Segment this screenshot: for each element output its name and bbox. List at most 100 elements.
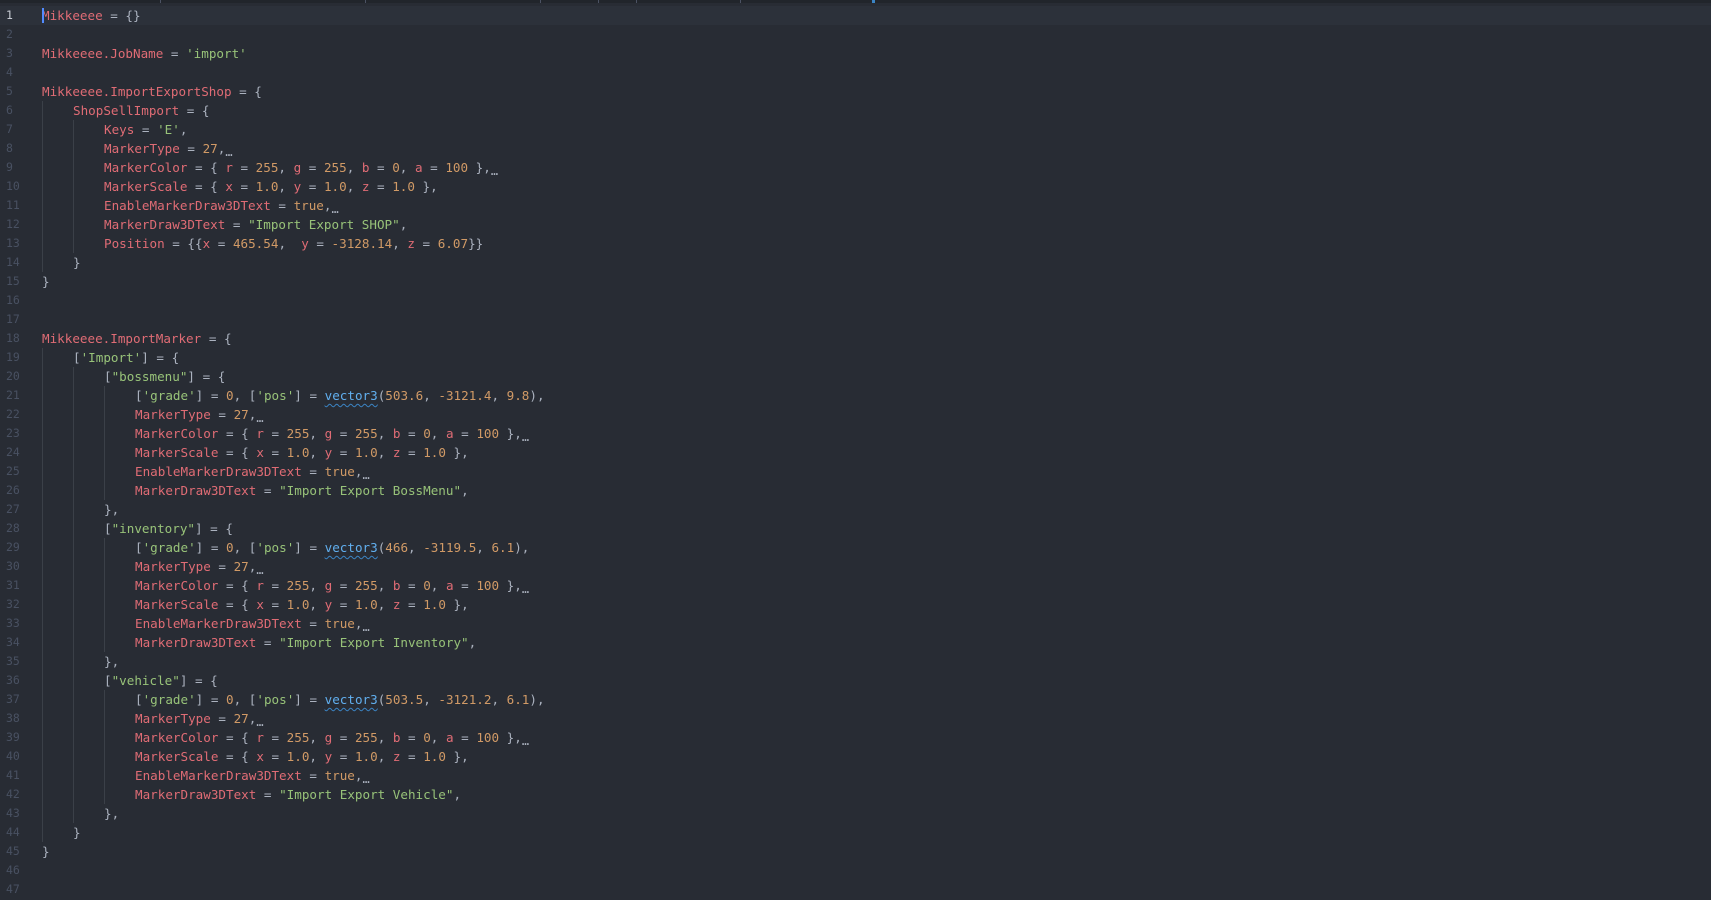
code-line[interactable]: 25 EnableMarkerDraw3DText = true,… — [0, 462, 1711, 482]
code-line[interactable]: 33 EnableMarkerDraw3DText = true,… — [0, 614, 1711, 634]
fold-marker[interactable]: … — [363, 772, 370, 786]
code-token: 1.0 — [354, 597, 378, 612]
code-line[interactable]: 26 MarkerDraw3DText = "Import Export Boss… — [0, 481, 1711, 500]
code-line[interactable]: 35}, — [0, 652, 1711, 671]
code-line[interactable]: 21 ['grade'] = 0, ['pos'] = vector3(503.6… — [0, 386, 1711, 405]
code-token: = — [332, 597, 355, 612]
code-line[interactable]: 31 MarkerColor = { r = 255, g = 255, b = … — [0, 576, 1711, 596]
indent-guide — [73, 614, 74, 633]
indent-guide — [42, 101, 43, 120]
line-number: 37 — [6, 692, 20, 706]
code-token: MarkerType — [135, 407, 211, 422]
code-token: ] = — [294, 388, 325, 403]
code-token: 0 — [423, 426, 431, 441]
code-line[interactable]: 4 — [0, 63, 1711, 82]
code-line[interactable]: 36 ["vehicle"] = { — [0, 671, 1711, 690]
fold-marker[interactable]: … — [225, 145, 232, 159]
code-line[interactable]: 19 ['Import'] = { — [0, 348, 1711, 367]
code-token: } — [73, 255, 81, 270]
line-content: EnableMarkerDraw3DText = true,… — [135, 766, 370, 786]
code-token: -3128.14 — [331, 236, 393, 251]
code-token: = { — [231, 84, 262, 99]
line-number: 6 — [6, 103, 13, 117]
code-area[interactable]: 1 Mikkeeee = {} 2 3 Mikkeeee.JobName = 'impo… — [0, 6, 1711, 899]
code-token: Mikkeeee — [42, 8, 103, 23]
code-line[interactable]: 41 EnableMarkerDraw3DText = true,… — [0, 766, 1711, 786]
line-content: MarkerType = 27,… — [135, 405, 264, 425]
code-token: MarkerType — [135, 559, 211, 574]
code-line[interactable]: 14} — [0, 253, 1711, 272]
code-line[interactable]: 46 — [0, 861, 1711, 880]
code-line[interactable]: 22 MarkerType = 27,… — [0, 405, 1711, 425]
code-line[interactable]: 39 MarkerColor = { r = 255, g = 255, b = … — [0, 728, 1711, 748]
code-line[interactable]: 15} — [0, 272, 1711, 291]
code-line[interactable]: 27}, — [0, 500, 1711, 519]
code-token: [ — [135, 388, 143, 403]
code-line[interactable]: 45} — [0, 842, 1711, 861]
fold-marker[interactable]: … — [332, 202, 339, 216]
code-editor[interactable]: 1 Mikkeeee = {} 2 3 Mikkeeee.JobName = 'impo… — [0, 0, 1711, 900]
code-line[interactable]: 43}, — [0, 804, 1711, 823]
code-line[interactable]: 32 MarkerScale = { x = 1.0, y = 1.0, z = … — [0, 595, 1711, 614]
code-line[interactable]: 37 ['grade'] = 0, ['pos'] = vector3(503.5… — [0, 690, 1711, 709]
line-number: 31 — [6, 578, 20, 592]
fold-marker[interactable]: … — [256, 715, 263, 729]
code-line[interactable]: 11 EnableMarkerDraw3DText = true,… — [0, 196, 1711, 216]
code-token: , — [399, 217, 408, 232]
code-token: true — [324, 616, 355, 631]
code-line[interactable]: 40 MarkerScale = { x = 1.0, y = 1.0, z = … — [0, 747, 1711, 766]
line-content: MarkerScale = { x = 1.0, y = 1.0, z = 1.… — [135, 443, 469, 462]
fold-marker[interactable]: … — [256, 563, 263, 577]
line-content: MarkerColor = { r = 255, g = 255, b = 0,… — [104, 158, 498, 178]
code-token: ] = — [195, 540, 227, 555]
fold-marker[interactable]: … — [522, 430, 529, 444]
fold-marker[interactable]: … — [256, 411, 263, 425]
code-line[interactable]: 16 — [0, 291, 1711, 310]
code-line[interactable]: 42 MarkerDraw3DText = "Import Export Vehi… — [0, 785, 1711, 804]
code-line[interactable]: 12 MarkerDraw3DText = "Import Export SHOP… — [0, 215, 1711, 234]
indent-guide — [104, 690, 105, 709]
code-token: [ — [104, 673, 112, 688]
code-token: true — [293, 198, 324, 213]
code-line[interactable]: 23 MarkerColor = { r = 255, g = 255, b = … — [0, 424, 1711, 444]
code-line[interactable]: 18 Mikkeeee.ImportMarker = { — [0, 329, 1711, 348]
code-token: = — [263, 730, 287, 745]
code-line[interactable]: 17 — [0, 310, 1711, 329]
code-line[interactable]: 30 MarkerType = 27,… — [0, 557, 1711, 577]
code-token: ] = { — [195, 521, 233, 536]
code-token: , — [278, 179, 294, 194]
code-token: } — [73, 825, 81, 840]
code-line[interactable]: 44} — [0, 823, 1711, 842]
code-line[interactable]: 20 ["bossmenu"] = { — [0, 367, 1711, 386]
code-line[interactable]: 38 MarkerType = 27,… — [0, 709, 1711, 729]
code-line[interactable]: 8 MarkerType = 27,… — [0, 139, 1711, 159]
code-line[interactable]: 7 Keys = 'E', — [0, 120, 1711, 139]
code-line[interactable]: 13 Position = {{x = 465.54, y = -3128.14,… — [0, 234, 1711, 253]
fold-marker[interactable]: … — [522, 582, 529, 596]
code-line[interactable]: 5 Mikkeeee.ImportExportShop = { — [0, 82, 1711, 101]
code-line[interactable]: 47 — [0, 880, 1711, 899]
code-line[interactable]: 29 ['grade'] = 0, ['pos'] = vector3(466, … — [0, 538, 1711, 557]
code-token: -3119.5 — [423, 540, 477, 555]
code-line[interactable]: 3 Mikkeeee.JobName = 'import' — [0, 44, 1711, 63]
indent-guide — [73, 424, 74, 443]
code-line[interactable]: 6 ShopSellImport = { — [0, 101, 1711, 120]
code-line[interactable]: 2 — [0, 25, 1711, 44]
code-token: , — [476, 540, 492, 555]
code-line[interactable]: 28 ["inventory"] = { — [0, 519, 1711, 538]
line-content: Mikkeeee.JobName = 'import' — [42, 44, 247, 63]
code-line[interactable]: 24 MarkerScale = { x = 1.0, y = 1.0, z = … — [0, 443, 1711, 462]
fold-marker[interactable]: … — [491, 164, 498, 178]
fold-marker[interactable]: … — [522, 734, 529, 748]
line-content: } — [73, 823, 81, 842]
fold-marker[interactable]: … — [363, 468, 370, 482]
code-line[interactable]: 34 MarkerDraw3DText = "Import Export Inve… — [0, 633, 1711, 652]
code-token: = — [256, 483, 280, 498]
code-line[interactable]: 1 Mikkeeee = {} — [0, 6, 1711, 25]
code-line[interactable]: 9 MarkerColor = { r = 255, g = 255, b = 0… — [0, 158, 1711, 178]
code-line[interactable]: 10 MarkerScale = { x = 1.0, y = 1.0, z = … — [0, 177, 1711, 196]
line-number: 36 — [6, 673, 20, 687]
code-token: r — [256, 730, 264, 745]
fold-marker[interactable]: … — [363, 620, 370, 634]
indent-guide — [73, 690, 74, 709]
